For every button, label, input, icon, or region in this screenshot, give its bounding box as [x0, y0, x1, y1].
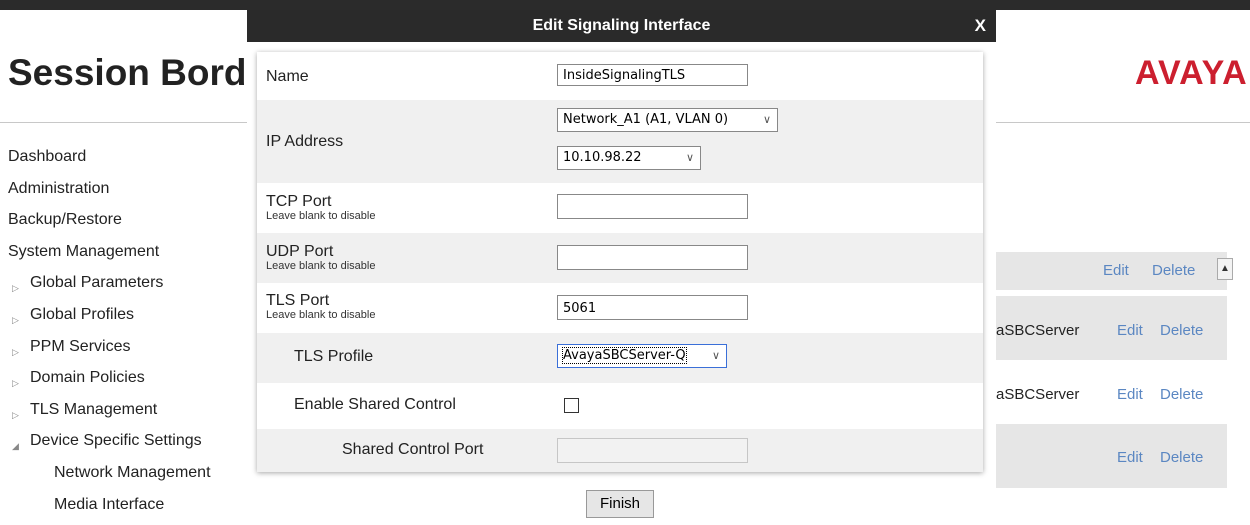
tcp-port-input[interactable]	[557, 194, 748, 219]
tls-port-label: TLS Port	[266, 292, 330, 309]
network-select-value: Network_A1 (A1, VLAN 0)	[563, 112, 729, 127]
form-row-udp-port: UDP Port Leave blank to disable	[257, 233, 983, 283]
tls-port-hint: Leave blank to disable	[266, 309, 376, 321]
form-row-name: Name InsideSignalingTLS	[257, 52, 983, 100]
shared-control-port-input	[557, 438, 748, 463]
tls-profile-select[interactable]: AvayaSBCServer-Q ∨	[557, 344, 727, 368]
form-row-ip-address: IP Address Network_A1 (A1, VLAN 0) ∨ 10.…	[257, 100, 983, 183]
ip-address-select-value: 10.10.98.22	[563, 150, 642, 165]
close-icon[interactable]: X	[975, 10, 986, 42]
enable-shared-control-checkbox[interactable]	[564, 398, 579, 413]
finish-button[interactable]: Finish	[586, 490, 654, 518]
udp-port-label: UDP Port	[266, 243, 334, 260]
form-row-tls-profile: TLS Profile AvayaSBCServer-Q ∨	[257, 333, 983, 383]
udp-port-hint: Leave blank to disable	[266, 260, 376, 272]
tcp-port-hint: Leave blank to disable	[266, 210, 376, 222]
edit-signaling-interface-dialog: Edit Signaling Interface X Name InsideSi…	[247, 10, 996, 518]
tls-port-input[interactable]: 5061	[557, 295, 748, 320]
tls-profile-select-value: AvayaSBCServer-Q	[562, 347, 687, 364]
shared-control-port-label: Shared Control Port	[342, 441, 484, 458]
name-input[interactable]: InsideSignalingTLS	[557, 64, 748, 86]
chevron-down-icon: ∨	[762, 113, 771, 126]
form-row-tls-port: TLS Port Leave blank to disable 5061	[257, 283, 983, 333]
network-select[interactable]: Network_A1 (A1, VLAN 0) ∨	[557, 108, 778, 132]
form-row-enable-shared-control: Enable Shared Control	[257, 383, 983, 429]
tcp-port-label: TCP Port	[266, 193, 332, 210]
ip-address-select[interactable]: 10.10.98.22 ∨	[557, 146, 701, 170]
form-row-shared-control-port: Shared Control Port	[257, 429, 983, 472]
dialog-titlebar: Edit Signaling Interface X	[247, 10, 996, 42]
enable-shared-control-label: Enable Shared Control	[294, 396, 456, 413]
signaling-interface-form: Name InsideSignalingTLS IP Address Netwo…	[257, 52, 983, 472]
chevron-down-icon: ∨	[711, 349, 720, 362]
tls-profile-label: TLS Profile	[294, 348, 374, 365]
dialog-title: Edit Signaling Interface	[532, 17, 711, 34]
name-label: Name	[266, 68, 309, 85]
udp-port-input[interactable]	[557, 245, 748, 270]
ip-address-label: IP Address	[266, 133, 344, 150]
form-row-tcp-port: TCP Port Leave blank to disable	[257, 183, 983, 233]
chevron-down-icon: ∨	[685, 151, 694, 164]
